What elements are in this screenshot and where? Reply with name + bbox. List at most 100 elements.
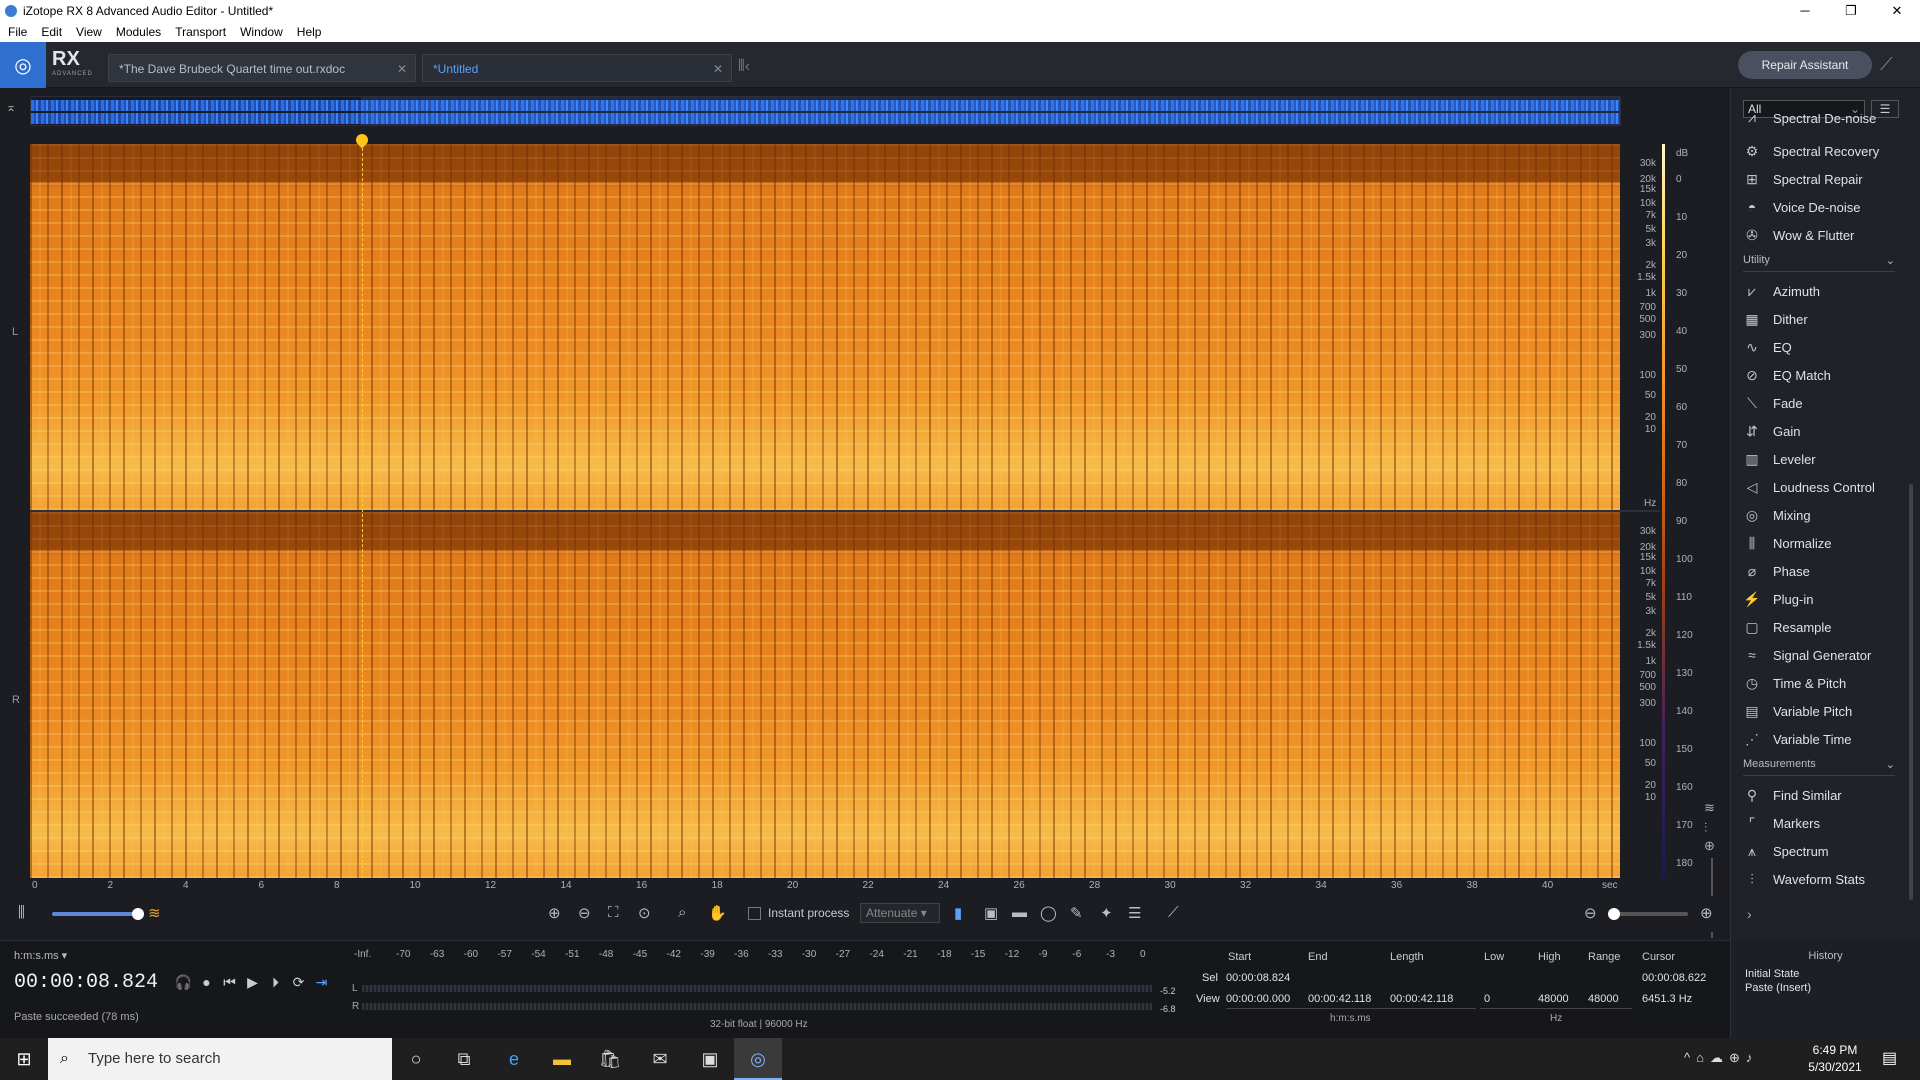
monitor-icon[interactable]: 🎧 [172,974,195,991]
zoom-in-horizontal-icon[interactable]: ⊕ [1700,904,1713,922]
sel-start-value[interactable]: 00:00:08.824 [1226,972,1290,984]
time-axis[interactable]: 0 2 4 6 8 10 12 14 16 18 20 22 24 26 28 30 32 34 36 38 40 sec [30,878,1660,894]
module-mixing[interactable]: ◎ Mixing [1741,504,1911,526]
menu-transport[interactable]: Transport [175,25,226,39]
menu-file[interactable]: File [8,25,27,39]
store-icon[interactable]: 🛍 [586,1038,634,1080]
volume-icon[interactable]: ♪ [1746,1050,1759,1065]
zoom-fit-icon[interactable]: ⛶ [608,904,619,921]
module-spectrum[interactable]: ⩚ Spectrum [1741,840,1911,862]
globe-icon[interactable]: ⊕ [1729,1050,1746,1065]
section-utility[interactable]: Utility ⌄ [1743,254,1895,272]
record-button[interactable]: ● [195,974,218,991]
harmonic-selection-tool-icon[interactable]: ☰ [1128,904,1141,922]
blend-slider-knob[interactable] [132,908,144,920]
izotope-rx-taskbar-icon[interactable]: ◎ [734,1038,782,1080]
gain-curve-icon[interactable]: ⟋ [1168,904,1179,921]
time-frequency-selection-tool-icon[interactable]: ▬ [1012,904,1027,921]
magic-wand-tool-icon[interactable]: ✦ [1100,904,1113,922]
zoom-in-vertical-icon[interactable]: ⊕ [1704,838,1715,854]
low-value[interactable]: 0 [1484,993,1490,1005]
windows-start-icon[interactable]: ⊞ [0,1038,48,1080]
tray-chevron-icon[interactable]: ^ [1684,1050,1696,1065]
waveform-view-icon[interactable]: ⫼ [18,904,25,921]
loop-button[interactable]: ⟳ [287,974,310,991]
waveform-settings-icon[interactable]: ⫶ [1704,820,1707,836]
minimize-button[interactable]: ─ [1782,0,1828,22]
horizontal-zoom-slider[interactable] [1608,908,1688,920]
module-eq-match[interactable]: ⊘ EQ Match [1741,364,1911,386]
view-end-value[interactable]: 00:00:42.118 [1308,993,1371,1005]
cloud-icon[interactable]: ☁ [1710,1050,1729,1065]
lasso-tool-icon[interactable]: ◯ [1040,904,1057,922]
module-azimuth[interactable]: ⩗ Azimuth [1741,280,1911,302]
module-spectral-de-noise[interactable]: ⩘ Spectral De-noise [1741,114,1911,126]
menu-window[interactable]: Window [240,25,283,39]
module-list-scrollbar[interactable] [1909,484,1913,900]
module-resample[interactable]: ▢ Resample [1741,616,1911,638]
zoom-selection-icon[interactable]: ⊙ [638,904,651,922]
module-spectral-recovery[interactable]: ⚙ Spectral Recovery [1741,140,1911,162]
restore-button[interactable]: ❐ [1828,0,1874,22]
section-measurements[interactable]: Measurements ⌄ [1743,758,1895,776]
zoom-out-horizontal-icon[interactable]: ⊖ [1584,904,1597,922]
module-dither[interactable]: ▦ Dither [1741,308,1911,330]
module-phase[interactable]: ⌀ Phase [1741,560,1911,582]
module-voice-de-noise[interactable]: ◓ Voice De-noise [1741,196,1911,218]
media-app-icon[interactable]: ▣ [686,1038,734,1080]
play-button[interactable]: ▶ [241,974,264,991]
waveform-overview[interactable] [30,96,1621,126]
module-leveler[interactable]: ▥ Leveler [1741,448,1911,470]
zoom-out-icon[interactable]: ⊖ [578,904,591,922]
module-normalize[interactable]: ⫼ Normalize [1741,532,1911,554]
tab-scroll-icon[interactable]: ⫴‹ [738,58,750,76]
menu-view[interactable]: View [76,25,102,39]
module-plug-in[interactable]: ⚡ Plug-in [1741,588,1911,610]
playhead[interactable] [362,138,363,878]
module-time-pitch[interactable]: ◷ Time & Pitch [1741,672,1911,694]
module-fade[interactable]: ⟍ Fade [1741,392,1911,414]
task-view-icon[interactable]: ⧉ [440,1038,488,1080]
brush-tool-icon[interactable]: ✎ [1070,904,1083,922]
cortana-icon[interactable]: ○ [392,1038,440,1080]
module-waveform-stats[interactable]: ⫶ Waveform Stats [1741,868,1911,890]
history-item-initial-state[interactable]: Initial State [1745,968,1799,980]
mail-icon[interactable]: ✉ [636,1038,684,1080]
go-to-start-button[interactable]: ⏮ [218,974,241,991]
module-spectral-repair[interactable]: ⊞ Spectral Repair [1741,168,1911,190]
frequency-selection-tool-icon[interactable]: ▣ [984,904,998,922]
horizontal-zoom-knob[interactable] [1608,908,1620,920]
range-value[interactable]: 48000 [1588,993,1619,1005]
menu-modules[interactable]: Modules [116,25,161,39]
notification-icon[interactable]: ▤ [1882,1048,1897,1068]
zoom-tool-icon[interactable]: ⌕ [678,904,686,921]
module-wow-flutter[interactable]: ✇ Wow & Flutter [1741,224,1911,246]
module-eq[interactable]: ∿ EQ [1741,336,1911,358]
time-selection-tool-icon[interactable]: ▮ [954,904,962,922]
module-markers[interactable]: ⌜ Markers [1741,812,1911,834]
module-gain[interactable]: ⇵ Gain [1741,420,1911,442]
play-from-cursor-button[interactable]: ⇥ [310,974,333,991]
view-start-value[interactable]: 00:00:00.000 [1226,993,1290,1005]
hand-tool-icon[interactable]: ✋ [708,904,727,922]
close-tab-icon[interactable]: ✕ [397,55,407,83]
tab-untitled[interactable]: *Untitled ✕ [422,54,732,82]
menu-help[interactable]: Help [297,25,322,39]
module-signal-generator[interactable]: ≈ Signal Generator [1741,644,1911,666]
history-item-paste-insert[interactable]: Paste (Insert) [1745,982,1811,994]
network-icon[interactable]: ⌂ [1696,1050,1710,1065]
expand-panel-chevron-icon[interactable]: › [1747,906,1752,922]
module-variable-time[interactable]: ⋰ Variable Time [1741,728,1911,750]
play-selection-button[interactable]: ⏵ [264,974,287,991]
close-button[interactable]: ✕ [1874,0,1920,22]
spectrogram-left[interactable] [30,144,1620,510]
taskbar-clock[interactable]: 6:49 PM 5/30/2021 [1800,1042,1870,1076]
zoom-in-icon[interactable]: ⊕ [548,904,561,922]
file-explorer-icon[interactable]: ▬ [538,1038,586,1080]
taskbar-search-box[interactable]: ⌕ Type here to search [48,1038,392,1080]
time-format-select[interactable]: h:m:s.ms ▾ [14,949,67,962]
izotope-logo-icon[interactable]: ◎ [0,42,46,88]
instant-process-checkbox[interactable] [748,907,761,920]
spectrogram-blend-slider[interactable] [52,908,144,920]
module-loudness-control[interactable]: ◁ Loudness Control [1741,476,1911,498]
